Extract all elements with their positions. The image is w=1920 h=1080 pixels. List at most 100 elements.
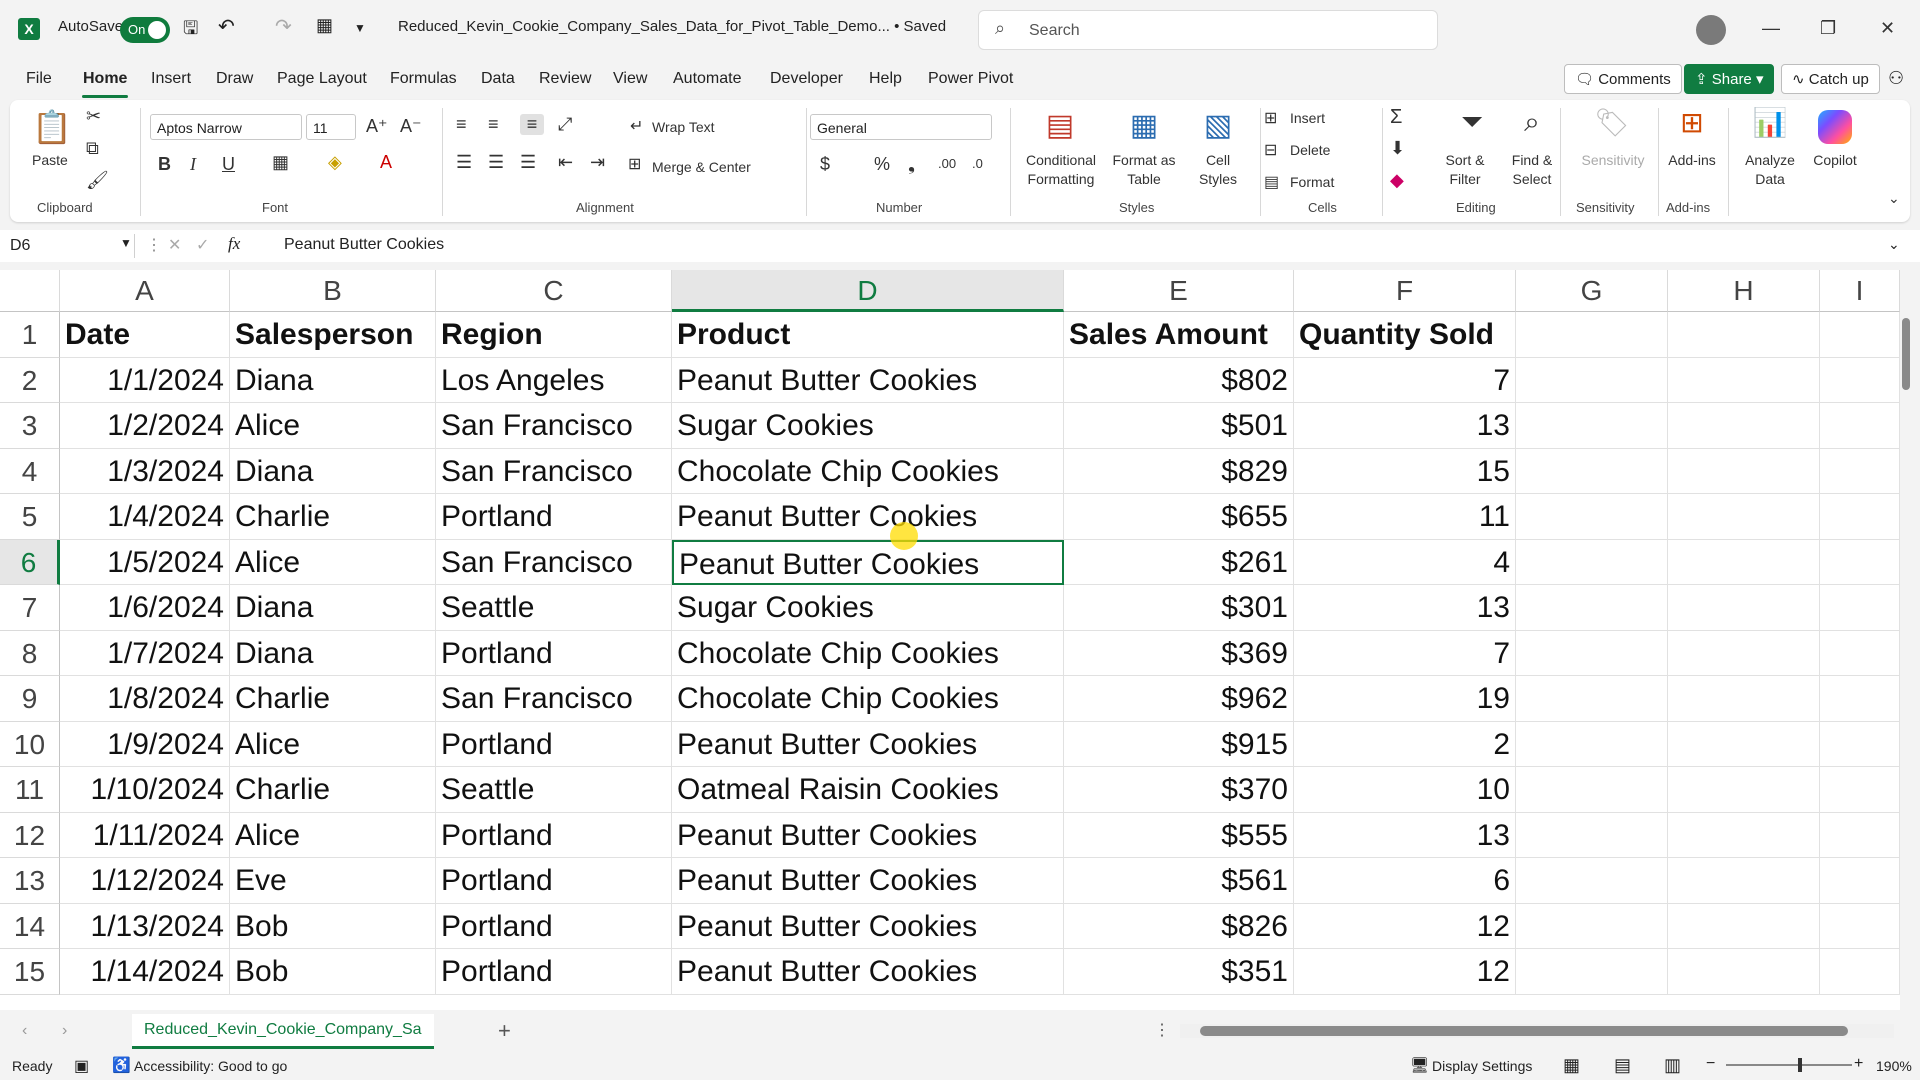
fill-color-icon[interactable]: ◈ (328, 152, 342, 173)
cell-date[interactable]: 1/8/2024 (60, 676, 230, 722)
format-cells-icon[interactable]: ▤ (1264, 172, 1279, 192)
tab-help[interactable]: Help (869, 70, 902, 88)
row-header[interactable]: 7 (0, 585, 60, 631)
cell-quantity-sold[interactable]: 15 (1294, 448, 1516, 494)
cell-region[interactable]: San Francisco (436, 403, 672, 449)
clear-icon[interactable]: ◆ (1390, 170, 1404, 191)
find-select-label-2[interactable]: Select (1500, 171, 1564, 187)
display-settings-button[interactable]: Display Settings (1432, 1058, 1532, 1074)
sort-filter-label-1[interactable]: Sort & (1436, 152, 1494, 168)
tab-automate[interactable]: Automate (673, 70, 741, 88)
cell-styles-icon[interactable]: ▧ (1198, 108, 1238, 144)
row-header[interactable]: 3 (0, 403, 60, 449)
increase-indent-icon[interactable]: ⇥ (590, 152, 605, 173)
name-box-dropdown-icon[interactable]: ▼ (120, 236, 132, 250)
sheet-tab[interactable]: Reduced_Kevin_Cookie_Company_Sa (132, 1014, 434, 1049)
header-cell-product[interactable]: Product (672, 312, 1064, 358)
insert-function-icon[interactable]: fx (228, 234, 240, 254)
cell-sales-amount[interactable]: $655 (1064, 494, 1294, 540)
cell-date[interactable]: 1/2/2024 (60, 403, 230, 449)
header-cell-salesperson[interactable]: Salesperson (230, 312, 436, 358)
tab-data[interactable]: Data (481, 70, 515, 88)
empty-cell[interactable] (1516, 630, 1668, 676)
empty-cell[interactable] (1668, 403, 1820, 449)
empty-cell[interactable] (1516, 676, 1668, 722)
cell-region[interactable]: Portland (436, 858, 672, 904)
redo-icon[interactable]: ↷ (275, 14, 292, 39)
zoom-in-icon[interactable]: + (1854, 1055, 1863, 1073)
add-ins-button[interactable]: Add-ins (1664, 152, 1720, 168)
cell-sales-amount[interactable]: $501 (1064, 403, 1294, 449)
empty-cell[interactable] (1668, 585, 1820, 631)
cell-date[interactable]: 1/3/2024 (60, 448, 230, 494)
tab-review[interactable]: Review (539, 70, 591, 88)
restore-icon[interactable]: ❐ (1820, 18, 1836, 39)
customize-toolbar-icon[interactable]: ▼ (354, 21, 366, 35)
cell-date[interactable]: 1/5/2024 (60, 539, 230, 585)
empty-cell[interactable] (1820, 721, 1900, 767)
insert-cells-button[interactable]: Insert (1290, 110, 1325, 126)
font-color-icon[interactable]: A (380, 152, 392, 173)
cell-sales-amount[interactable]: $351 (1064, 949, 1294, 995)
display-settings-icon[interactable]: 🖥 (1410, 1056, 1429, 1074)
minimize-icon[interactable]: — (1762, 18, 1780, 39)
more-options-icon[interactable]: ⋮ (146, 235, 162, 255)
cell-salesperson[interactable]: Charlie (230, 676, 436, 722)
empty-cell[interactable] (1668, 448, 1820, 494)
row-header[interactable]: 1 (0, 312, 60, 358)
tab-home[interactable]: Home (83, 70, 127, 88)
empty-cell[interactable] (1820, 585, 1900, 631)
cell-sales-amount[interactable]: $301 (1064, 585, 1294, 631)
cut-icon[interactable]: ✂ (86, 106, 101, 127)
empty-cell[interactable] (1820, 357, 1900, 403)
conditional-formatting-label-1[interactable]: Conditional (1018, 152, 1104, 168)
header-cell-quantity-sold[interactable]: Quantity Sold (1294, 312, 1516, 358)
catch-up-button[interactable]: ∿ Catch up (1781, 64, 1880, 94)
zoom-out-icon[interactable]: − (1706, 1055, 1715, 1073)
conditional-formatting-icon[interactable]: ▤ (1040, 108, 1080, 144)
font-size-dropdown[interactable]: 11 (306, 114, 356, 140)
format-as-table-label-2[interactable]: Table (1108, 171, 1180, 187)
copilot-button[interactable]: Copilot (1806, 152, 1864, 168)
add-ins-icon[interactable]: ⊞ (1672, 106, 1712, 139)
cell-salesperson[interactable]: Alice (230, 539, 436, 585)
borders-icon[interactable]: ▦ (272, 152, 289, 173)
tab-file[interactable]: File (26, 70, 52, 88)
cell-product[interactable]: Peanut Butter Cookies (672, 357, 1064, 403)
sensitivity-button[interactable]: Sensitivity (1576, 152, 1650, 168)
page-break-view-icon[interactable]: ▥ (1664, 1055, 1681, 1076)
cell-quantity-sold[interactable]: 12 (1294, 903, 1516, 949)
cell-region[interactable]: Portland (436, 949, 672, 995)
zoom-slider[interactable] (1726, 1064, 1852, 1066)
currency-icon[interactable]: $ (820, 154, 830, 175)
cell-product[interactable]: Chocolate Chip Cookies (672, 448, 1064, 494)
empty-cell[interactable] (1516, 767, 1668, 813)
coauthor-icon[interactable]: ⚇ (1888, 68, 1904, 89)
increase-decimal-icon[interactable]: .00 (938, 156, 956, 171)
cell-quantity-sold[interactable]: 12 (1294, 949, 1516, 995)
document-title[interactable]: Reduced_Kevin_Cookie_Company_Sales_Data_… (398, 18, 946, 35)
select-all-corner[interactable] (0, 270, 60, 312)
cell-salesperson[interactable]: Bob (230, 949, 436, 995)
empty-cell[interactable] (1820, 539, 1900, 585)
cell-quantity-sold[interactable]: 7 (1294, 357, 1516, 403)
header-cell-date[interactable]: Date (60, 312, 230, 358)
delete-cells-button[interactable]: Delete (1290, 142, 1330, 158)
empty-cell[interactable] (1668, 767, 1820, 813)
format-as-table-label-1[interactable]: Format as (1108, 152, 1180, 168)
empty-cell[interactable] (1516, 812, 1668, 858)
cell-region[interactable]: Los Angeles (436, 357, 672, 403)
empty-cell[interactable] (1516, 494, 1668, 540)
number-format-dropdown[interactable]: General (810, 114, 992, 140)
empty-cell[interactable] (1668, 903, 1820, 949)
tab-power-pivot[interactable]: Power Pivot (928, 70, 1013, 88)
row-header[interactable]: 2 (0, 357, 60, 403)
cell-styles-label-2[interactable]: Styles (1190, 171, 1246, 187)
cell-salesperson[interactable]: Diana (230, 357, 436, 403)
font-name-dropdown[interactable]: Aptos Narrow (150, 114, 302, 140)
empty-cell[interactable] (1516, 403, 1668, 449)
sort-filter-label-2[interactable]: Filter (1436, 171, 1494, 187)
cell-date[interactable]: 1/10/2024 (60, 767, 230, 813)
row-header[interactable]: 8 (0, 630, 60, 676)
cell-product[interactable]: Sugar Cookies (672, 403, 1064, 449)
